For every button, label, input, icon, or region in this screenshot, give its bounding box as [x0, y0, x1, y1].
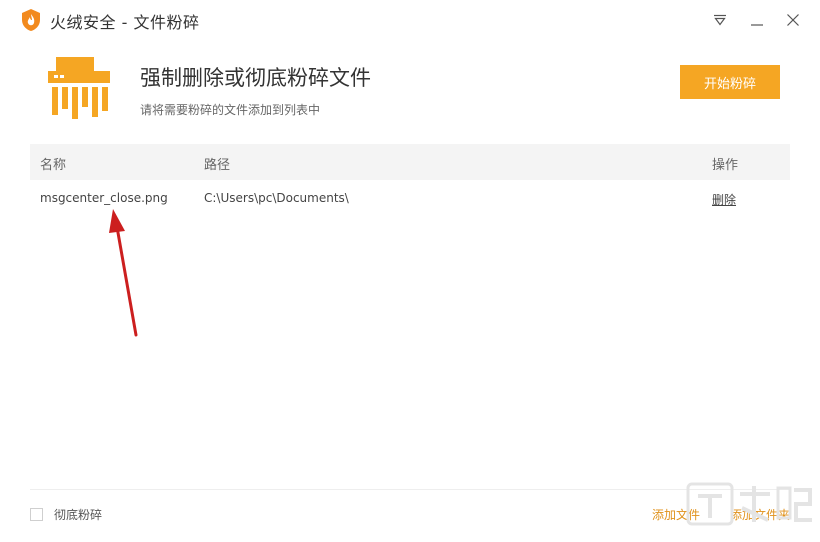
column-header-name: 名称: [40, 158, 67, 173]
site-watermark-logo: [684, 482, 814, 538]
file-name-cell: msgcenter_close.png: [40, 191, 168, 205]
close-icon[interactable]: [781, 8, 805, 32]
title-bar: 火绒安全 - 文件粉碎: [0, 0, 820, 42]
menu-triangle-icon[interactable]: [708, 8, 732, 32]
window-title: 火绒安全 - 文件粉碎: [50, 13, 200, 32]
thorough-shred-label[interactable]: 彻底粉碎: [54, 506, 102, 523]
annotation-arrow-icon: [109, 209, 138, 337]
header-title: 强制删除或彻底粉碎文件: [140, 66, 371, 90]
thorough-shred-checkbox[interactable]: [30, 508, 43, 521]
delete-link[interactable]: 删除: [712, 191, 736, 208]
minimize-icon[interactable]: [745, 8, 769, 32]
column-header-action: 操作: [712, 158, 739, 173]
header-subtitle: 请将需要粉碎的文件添加到列表中: [140, 103, 321, 117]
start-shred-button[interactable]: 开始粉碎: [680, 65, 780, 99]
huorong-flame-shield-icon: [20, 8, 42, 32]
file-path-cell: C:\Users\pc\Documents\: [204, 191, 349, 205]
column-header-path: 路径: [204, 158, 231, 173]
table-header: 名称 路径 操作: [30, 144, 790, 180]
shredder-icon: [48, 57, 110, 121]
footer-divider: [30, 489, 790, 490]
